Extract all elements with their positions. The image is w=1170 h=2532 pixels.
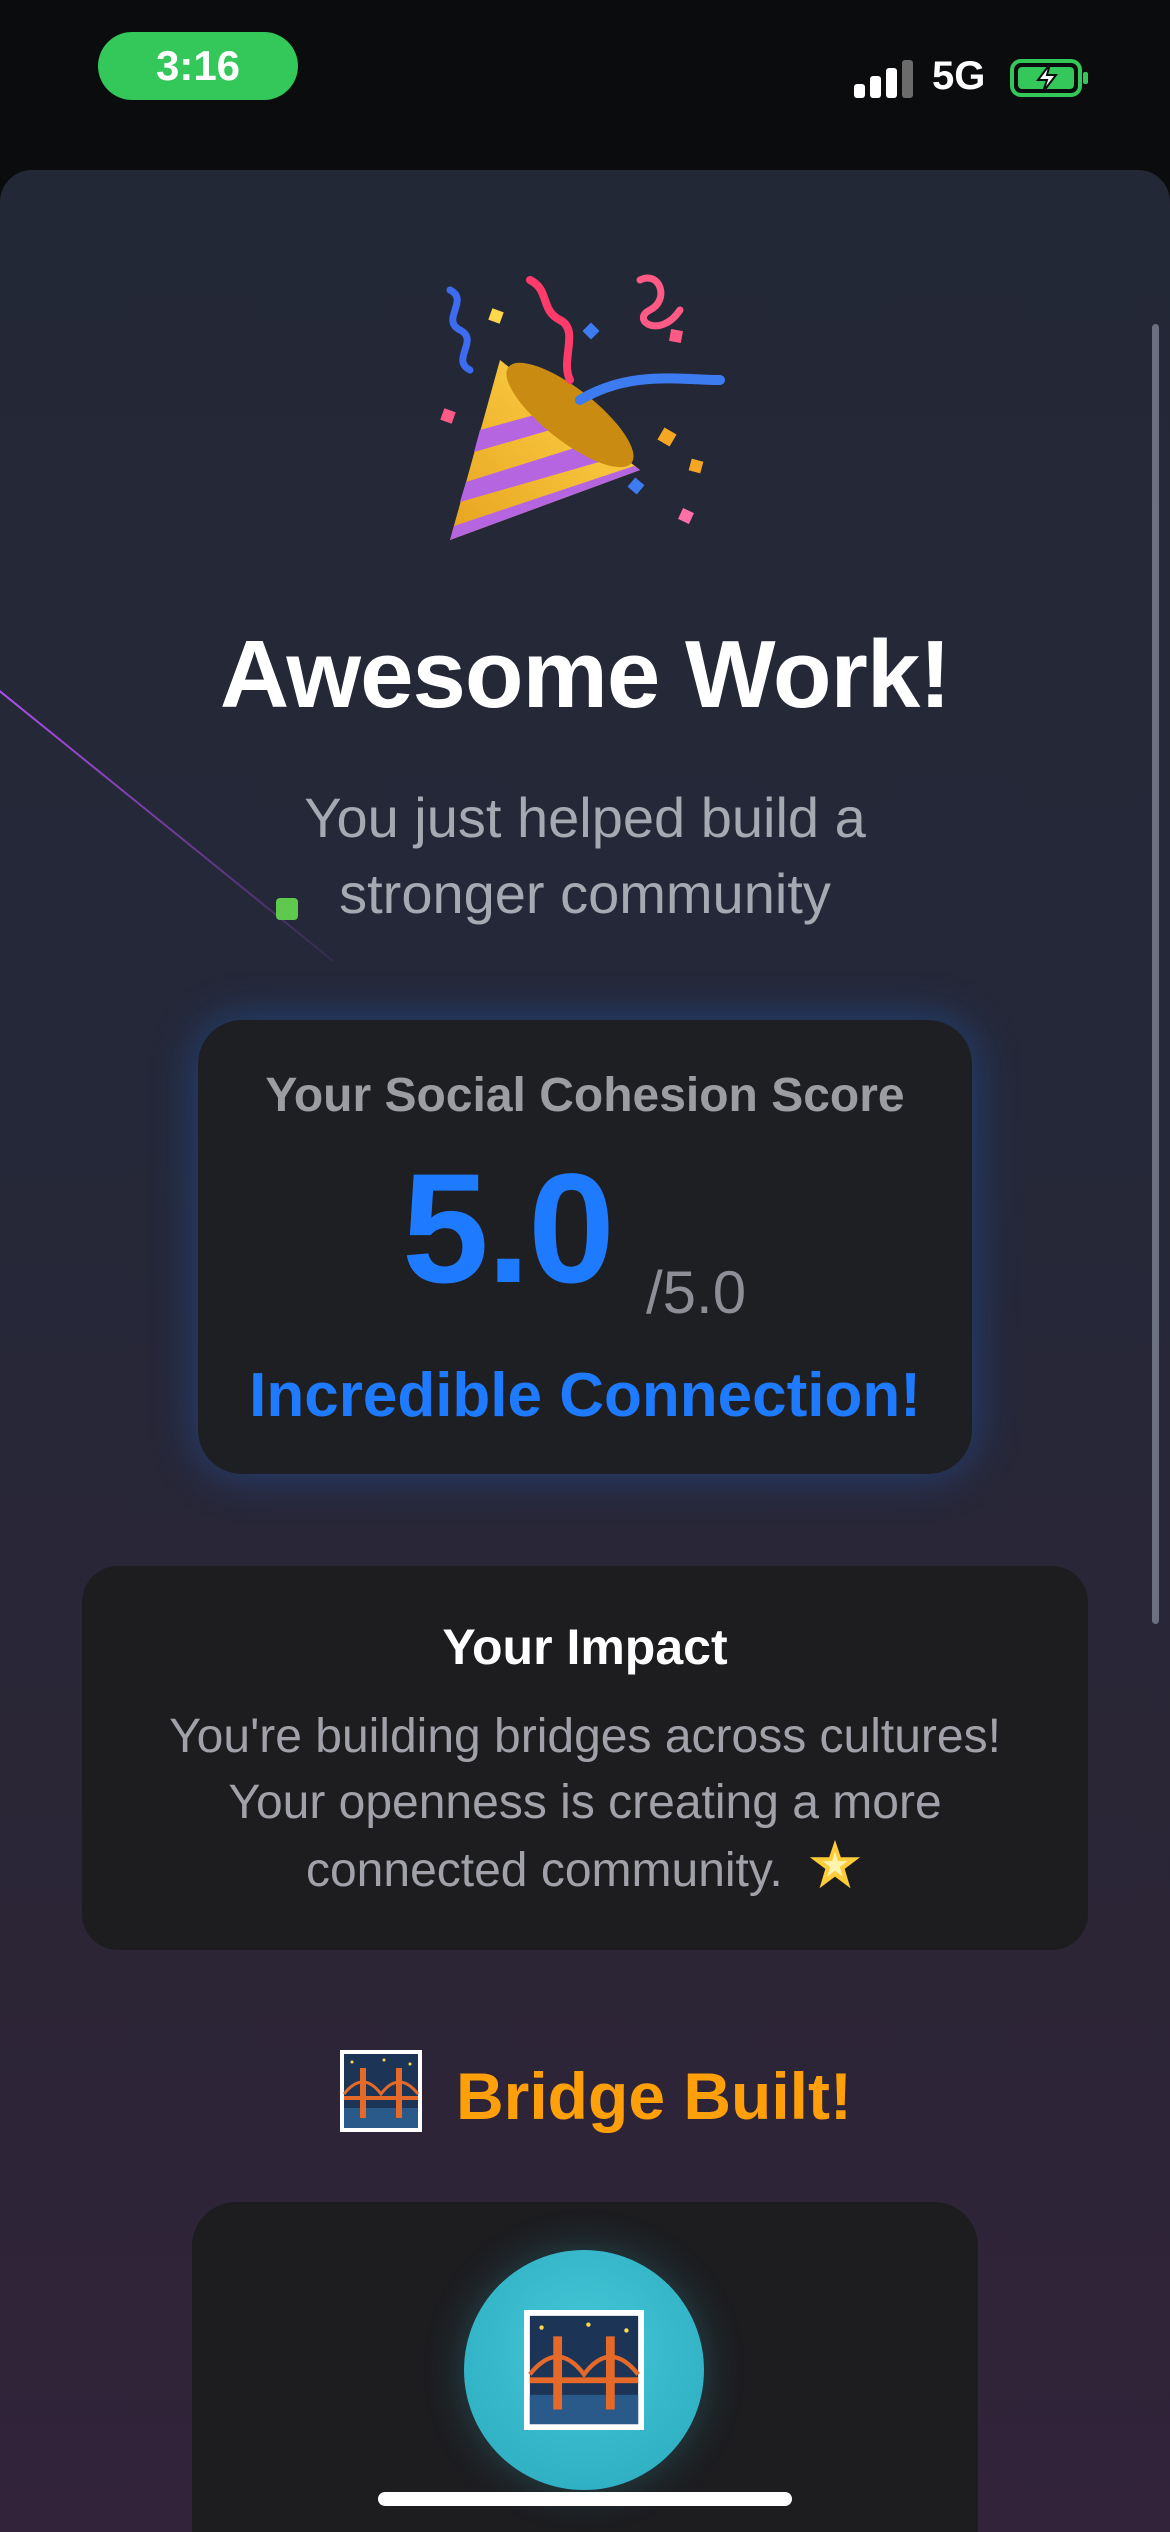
cellular-signal-icon	[854, 58, 916, 98]
screen: 3:16 5G Awesome Work! You just helped bu…	[0, 0, 1170, 2532]
home-indicator[interactable]	[378, 2492, 792, 2506]
score-card: Your Social Cohesion Score 5.0 /5.0 Incr…	[198, 1020, 972, 1474]
score-label: Your Social Cohesion Score	[265, 1069, 905, 1122]
status-bar: 3:16 5G	[0, 0, 1170, 160]
impact-text: You're building bridges across cultures!…	[122, 1704, 1048, 1904]
network-type: 5G	[932, 54, 986, 98]
bridge-at-night-icon	[340, 2050, 422, 2132]
glowing-star-icon	[809, 1839, 861, 1889]
result-sheet[interactable]: Awesome Work! You just helped build a st…	[0, 170, 1170, 2532]
status-time[interactable]: 3:16	[98, 32, 298, 100]
achievement-heading: Bridge Built!	[0, 2050, 1170, 2140]
battery-charging-icon	[1010, 59, 1088, 97]
impact-card: Your Impact You're building bridges acro…	[82, 1566, 1088, 1950]
impact-message: You're building bridges across cultures!…	[169, 1710, 1001, 1897]
status-dot	[276, 898, 298, 920]
scroll-indicator[interactable]	[1152, 324, 1159, 1624]
impact-title: Your Impact	[442, 1619, 728, 1675]
party-popper-icon	[440, 274, 725, 540]
score-tagline: Incredible Connection!	[249, 1361, 921, 1430]
score-value: 5.0	[402, 1142, 615, 1316]
achievement-badge	[464, 2250, 704, 2490]
achievement-title: Bridge Built!	[456, 2059, 852, 2133]
score-max: /5.0	[646, 1259, 747, 1326]
headline: Awesome Work!	[219, 621, 951, 728]
achievement-card[interactable]	[192, 2202, 978, 2532]
subtitle: You just helped build a stronger communi…	[304, 786, 866, 925]
bridge-at-night-icon	[524, 2310, 644, 2430]
